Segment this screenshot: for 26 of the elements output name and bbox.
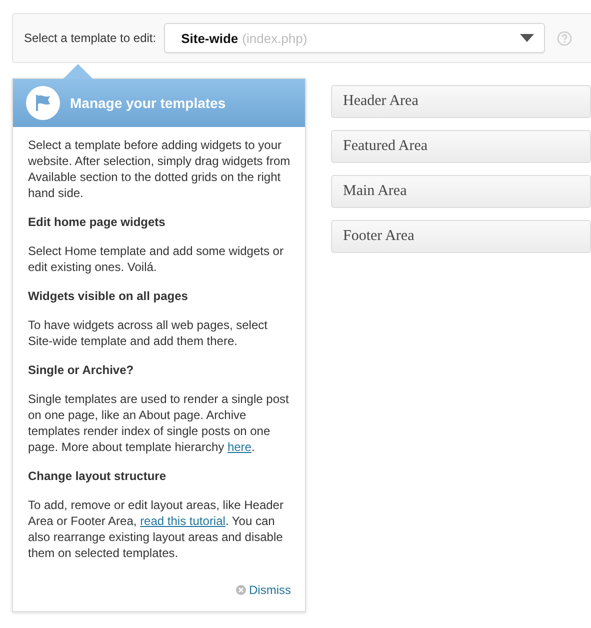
layout-area[interactable]: Featured Area [331,130,591,163]
close-icon [236,585,246,595]
section-heading: Widgets visible on all pages [28,289,189,303]
layout-area[interactable]: Footer Area [331,220,591,253]
flag-icon [26,86,60,120]
template-file: (index.php) [242,30,308,46]
layout-area[interactable]: Header Area [331,85,591,118]
help-paragraph: Select Home template and add some widgets or edit existing ones. Voilá. [28,243,284,275]
caret-icon [520,34,534,42]
popup-pointer [63,63,93,79]
help-paragraph: Single templates are used to render a single post on one page, like an About page. Archive templates render index of single posts on one page. More about template hierarchy here. [28,391,290,455]
template-label: Select a template to edit: [24,31,156,45]
layout-area[interactable]: Main Area [331,175,591,208]
help-icon[interactable] [557,30,572,46]
section-heading: Edit home page widgets [28,215,166,229]
section-heading: Single or Archive? [28,363,135,377]
help-link[interactable]: here [227,440,252,454]
help-paragraph: To add, remove or edit layout areas, like Header Area or Footer Area, read this tutorial. You can also rearrange existing layout areas and disable them on selected templates. [28,497,284,561]
help-paragraph: To have widgets across all web pages, select Site-wide template and add them there. [28,317,268,349]
dismiss-button[interactable]: Dismiss [236,583,291,597]
selected-template: Site-wide [181,30,238,46]
template-select[interactable]: Site-wide (index.php) [164,23,546,53]
help-link[interactable]: read this tutorial [140,514,226,528]
section-heading: Change layout structure [28,469,168,483]
popup-title: Manage your templates [70,95,226,111]
help-paragraph: Select a template before adding widgets to your website. After selection, simply drag widgets from Available section to the dotted grids on the right hand side. [28,137,291,201]
